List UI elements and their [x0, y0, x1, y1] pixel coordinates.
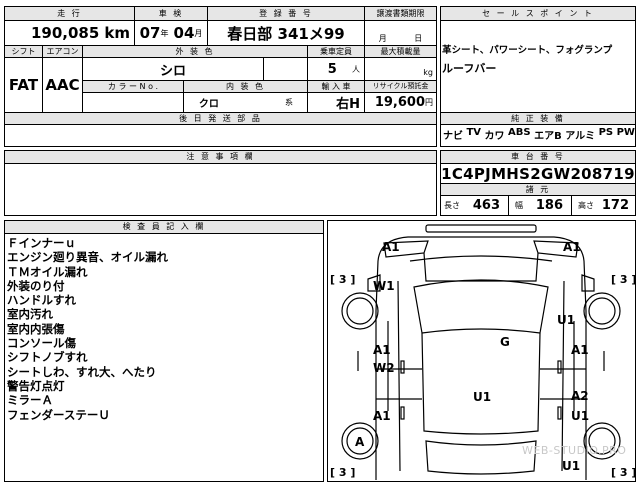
capacity-header: 乗車定員	[308, 46, 364, 57]
chassis-number: 1C4PJMHS2GW208719	[441, 164, 635, 183]
import-value: 右H	[336, 97, 360, 112]
damage-mark-a1-front-right: A1	[563, 240, 581, 254]
damage-mark-u1-right-low: U1	[571, 409, 590, 423]
damage-bracket-top-left: [ 3 ]	[330, 273, 356, 286]
damage-mark-a1-right-mid: A1	[571, 343, 589, 357]
damage-mark-g: G	[500, 335, 510, 349]
height-cell: 高さ 172	[578, 198, 629, 213]
inspector-note: フェンダーステーＵ	[7, 407, 110, 422]
exterior-value: シロ	[159, 63, 186, 79]
import-header: 輸 入 車	[308, 81, 364, 92]
inspector-notes-header: 検 査 員 記 入 欄	[5, 221, 323, 233]
length-cell: 長さ 463	[444, 198, 500, 213]
interior-value: クロ 系	[198, 98, 293, 110]
transfer-header: 譲渡書類期限	[365, 7, 436, 20]
damage-mark-u1-center: U1	[473, 390, 492, 404]
inspection-value: 07 年 04 月	[139, 24, 203, 42]
damage-bracket-top-right: [ 3 ]	[611, 273, 637, 286]
damage-mark-a-wheel: A	[355, 435, 365, 449]
damage-mark-w1: W1	[373, 279, 395, 293]
inspector-note: シフトノブすれ	[7, 350, 88, 365]
sales-point-header: セ ー ル ス ポ イ ン ト	[441, 7, 635, 20]
damage-mark-w2: W2	[373, 361, 395, 375]
aircon-header: エアコン	[43, 46, 82, 57]
inspector-note: 警告灯点灯	[7, 378, 65, 393]
equipment-item: ナビ	[443, 131, 463, 142]
mileage-value: 190,085 km	[30, 24, 130, 42]
equipment-item: アルミ	[565, 131, 596, 142]
shift-header: シフト	[5, 46, 42, 57]
dimensions-header: 諸 元	[441, 184, 635, 195]
rear-parts-header: 後 日 発 送 部 品	[5, 113, 436, 124]
equipment-header: 純 正 装 備	[441, 113, 635, 124]
shift-value: FAT	[8, 76, 39, 94]
inspector-note: ＴＭオイル漏れ	[7, 264, 88, 279]
equipment-item: カワ	[484, 131, 505, 142]
exterior-header: 外 装 色	[83, 46, 307, 57]
registration-header: 登 録 番 号	[208, 7, 364, 20]
damage-mark-a1-left-mid: A1	[373, 343, 391, 357]
damage-bracket-bottom-left: [ 3 ]	[330, 466, 356, 479]
equipment-item: ABS	[508, 127, 531, 138]
recycle-value: 19,600 円	[374, 95, 433, 110]
sales-point-line-2: ルーフバー	[442, 62, 497, 75]
inspector-note: 室内汚れ	[7, 307, 53, 322]
capacity-value: 5 人	[327, 61, 360, 77]
watermark: WEB-STUDIO.PRO	[522, 444, 627, 457]
damage-mark-u1-bottom: U1	[562, 459, 581, 473]
damage-mark-a1-left-low: A1	[373, 409, 391, 423]
caution-header: 注 意 事 項 欄	[5, 151, 436, 163]
equipment-item: エアB	[534, 131, 562, 142]
load-value: kg	[423, 67, 433, 77]
damage-mark-a2: A2	[571, 389, 589, 403]
width-cell: 幅 186	[515, 198, 563, 213]
inspector-note: ハンドルすれ	[7, 293, 76, 308]
sales-point-line-1: 革シート、パワーシート、フォグランプ	[442, 45, 613, 56]
equipment-item: PW	[616, 127, 635, 138]
inspector-notes-list: Ｆインナーｕ エンジン廻り異音、オイル漏れ ＴＭオイル漏れ 外装のり付 ハンドル…	[7, 236, 168, 422]
sales-point-block	[440, 6, 636, 147]
damage-mark-a1-front-left: A1	[382, 240, 400, 254]
equipment-item: PS	[598, 127, 614, 138]
inspector-note: Ｆインナーｕ	[7, 236, 76, 250]
damage-mark-u1-right-upper: U1	[557, 313, 576, 327]
aircon-value: AAC	[45, 76, 80, 94]
inspector-note: エンジン廻り異音、オイル漏れ	[7, 250, 168, 265]
recycle-header: リサイクル預託金	[365, 81, 436, 92]
load-header: 最大積載量	[365, 46, 436, 57]
registration-value: 春日部 341メ99	[227, 24, 345, 43]
inspector-note: 外装のり付	[7, 278, 65, 293]
equipment-list: ナビ TV カワ ABS エアB アルミ PS PW	[443, 127, 635, 142]
color-no-header: カ ラ ー N o .	[83, 81, 183, 92]
inspector-note: シートしわ、すれ大、へたり	[7, 364, 157, 379]
inspector-note: ミラーＡ	[7, 393, 53, 408]
inspector-note: 室内内張傷	[7, 321, 65, 336]
equipment-item: TV	[466, 127, 482, 138]
damage-bracket-bottom-right: [ 3 ]	[611, 466, 637, 479]
transfer-value: 月日	[378, 33, 423, 43]
inspection-header: 車 検	[135, 7, 207, 20]
mileage-header: 走 行	[5, 7, 134, 20]
chassis-header: 車 台 番 号	[441, 151, 635, 163]
inspector-note: コンソール傷	[7, 336, 76, 351]
interior-header: 内 装 色	[184, 81, 307, 92]
